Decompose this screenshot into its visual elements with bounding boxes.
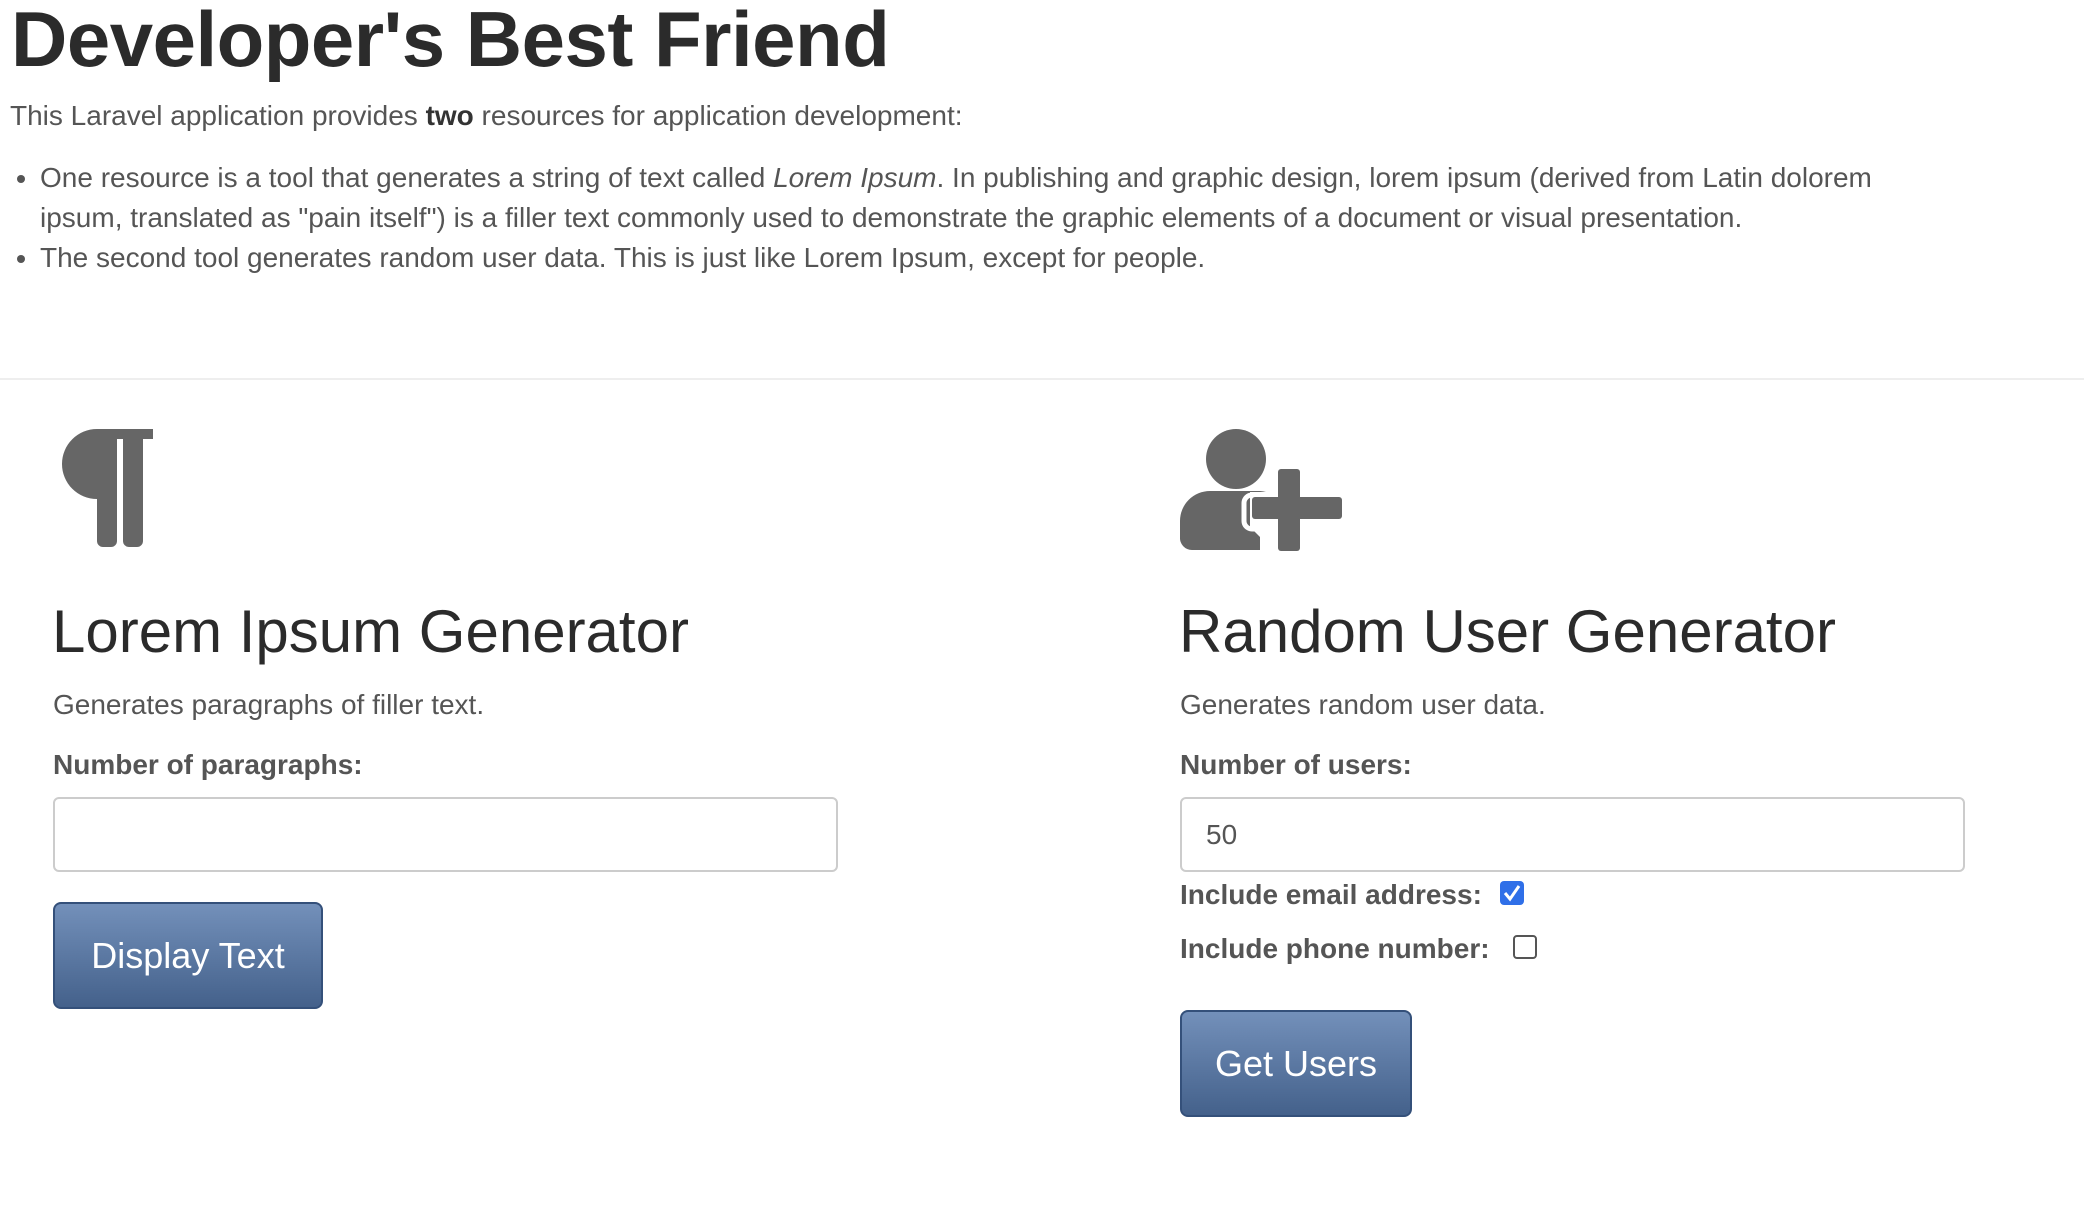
email-label: Include email address: [1180,879,1482,910]
users-input[interactable] [1180,797,1965,872]
phone-checkbox[interactable] [1513,935,1537,959]
phone-label: Include phone number: [1180,933,1490,964]
email-checkbox[interactable] [1500,881,1524,905]
paragraphs-input[interactable] [53,797,838,872]
intro-text: This Laravel application provides two re… [10,100,963,132]
resource-list: One resource is a tool that generates a … [0,158,1890,278]
users-title: Random User Generator [1179,598,1836,665]
users-label: Number of users: [1180,749,1412,780]
page-title: Developer's Best Friend [11,0,890,83]
bullet-emphasis: Lorem Ipsum [773,162,937,193]
lorem-title: Lorem Ipsum Generator [52,598,689,665]
display-text-button[interactable]: Display Text [53,902,323,1009]
bullet-text: One resource is a tool that generates a … [40,162,774,193]
lorem-description: Generates paragraphs of filler text. [53,689,485,720]
users-description: Generates random user data. [1180,689,1546,720]
paragraphs-label: Number of paragraphs: [53,749,363,780]
divider [0,378,2084,380]
user-plus-icon [1180,429,1342,551]
intro-pre: This Laravel application provides [10,100,426,131]
list-item: One resource is a tool that generates a … [40,158,1890,238]
checkmark-icon [1503,885,1521,902]
paragraph-icon [62,429,153,547]
intro-post: resources for application development: [473,100,963,131]
intro-bold: two [425,100,474,131]
get-users-button[interactable]: Get Users [1180,1010,1412,1117]
list-item: The second tool generates random user da… [40,238,1890,278]
